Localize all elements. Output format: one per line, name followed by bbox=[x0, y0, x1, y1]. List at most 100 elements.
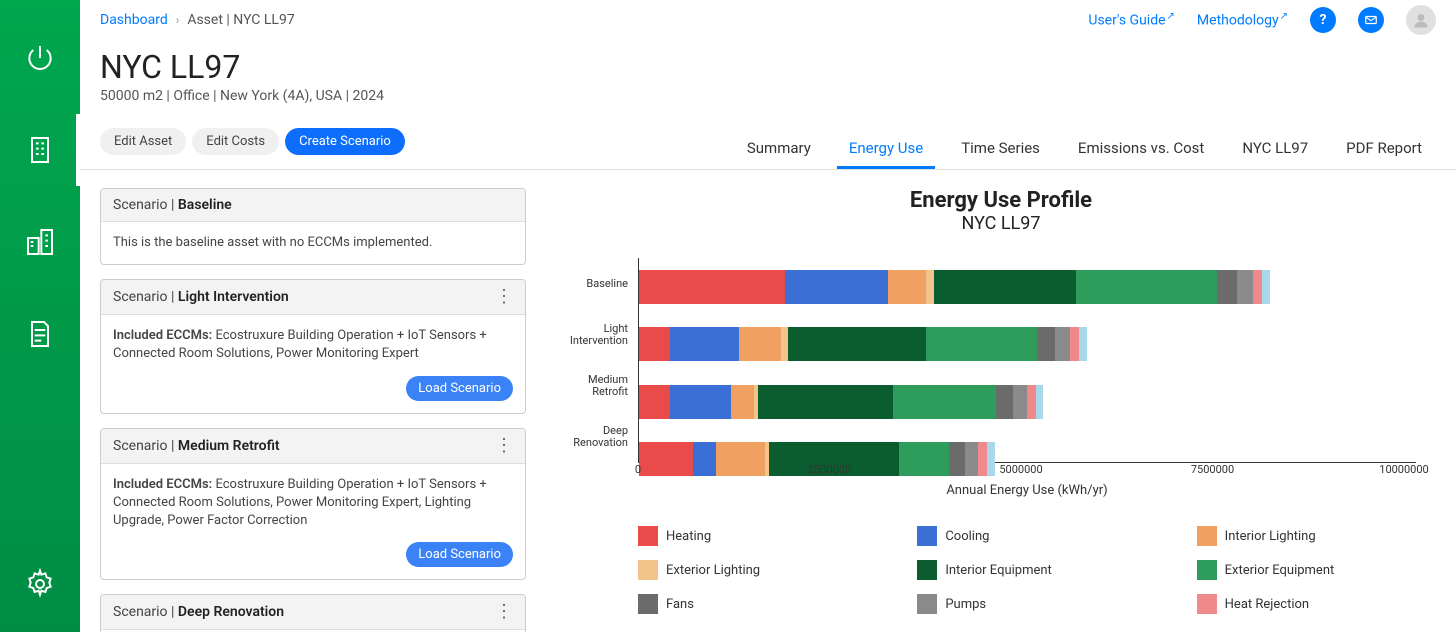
tabs: Summary Energy Use Time Series Emissions… bbox=[733, 114, 1436, 169]
topbar-right: User's Guide↗ Methodology↗ ? bbox=[1088, 5, 1436, 35]
legend-label: Cooling bbox=[945, 529, 989, 544]
tab-time-series[interactable]: Time Series bbox=[947, 139, 1054, 169]
x-axis-tick: 0 bbox=[635, 463, 641, 476]
scenario-body: This is the baseline asset with no ECCMs… bbox=[101, 222, 525, 264]
chart-bar-segment bbox=[996, 385, 1013, 419]
mail-icon[interactable] bbox=[1358, 7, 1384, 33]
users-guide-link[interactable]: User's Guide↗ bbox=[1088, 11, 1175, 29]
legend-swatch bbox=[1197, 560, 1217, 580]
topbar: Dashboard › Asset | NYC LL97 User's Guid… bbox=[80, 0, 1456, 32]
chart-bar-segment bbox=[1070, 327, 1079, 361]
y-axis-label: Baseline bbox=[566, 258, 632, 309]
chart-x-axis: 025000005000000750000010000000 bbox=[638, 463, 1416, 477]
toolbar: Edit Asset Edit Costs Create Scenario Su… bbox=[80, 114, 1456, 170]
legend-item: Interior Lighting bbox=[1197, 526, 1436, 546]
kebab-icon[interactable]: ⋮ bbox=[495, 437, 513, 455]
create-scenario-button[interactable]: Create Scenario bbox=[285, 128, 405, 155]
scenario-footer: Load Scenario bbox=[101, 542, 525, 579]
scenario-title: Scenario | Deep Renovation bbox=[113, 604, 284, 620]
kebab-icon[interactable]: ⋮ bbox=[495, 603, 513, 621]
y-axis-label: LightIntervention bbox=[566, 309, 632, 360]
chart-bar-segment bbox=[731, 385, 754, 419]
chart-bar-segment bbox=[1253, 270, 1263, 304]
tab-energy-use[interactable]: Energy Use bbox=[835, 139, 937, 169]
tab-summary[interactable]: Summary bbox=[733, 139, 825, 169]
x-axis-tick: 10000000 bbox=[1379, 463, 1428, 476]
scenario-header: Scenario | Baseline bbox=[101, 189, 525, 222]
chart-bar-segment bbox=[670, 327, 739, 361]
page-subtitle: 50000 m2 | Office | New York (4A), USA |… bbox=[100, 88, 1436, 104]
chart-bar-segment bbox=[1037, 327, 1055, 361]
chevron-right-icon: › bbox=[176, 13, 180, 27]
edit-costs-button[interactable]: Edit Costs bbox=[192, 128, 279, 155]
building-icon[interactable] bbox=[22, 132, 58, 168]
legend-swatch bbox=[1197, 594, 1217, 614]
chart-title: Energy Use Profile bbox=[566, 188, 1436, 213]
legend-swatch bbox=[638, 560, 658, 580]
buildings-icon[interactable] bbox=[22, 224, 58, 260]
x-axis-tick: 7500000 bbox=[1191, 463, 1234, 476]
power-icon[interactable] bbox=[22, 40, 58, 76]
chart-bar-segment bbox=[1076, 270, 1218, 304]
chart-x-label: Annual Energy Use (kWh/yr) bbox=[638, 483, 1416, 498]
breadcrumb-current: Asset | NYC LL97 bbox=[187, 12, 294, 28]
edit-asset-button[interactable]: Edit Asset bbox=[100, 128, 186, 155]
breadcrumb-dashboard[interactable]: Dashboard bbox=[100, 12, 168, 28]
chart-bar-segment bbox=[781, 327, 789, 361]
page-title: NYC LL97 bbox=[100, 48, 1436, 86]
legend-swatch bbox=[1197, 526, 1217, 546]
load-scenario-button[interactable]: Load Scenario bbox=[406, 376, 513, 401]
chart-y-axis: BaselineLightInterventionMediumRetrofitD… bbox=[566, 258, 632, 463]
gear-icon[interactable] bbox=[22, 566, 58, 602]
legend-item: Exterior Lighting bbox=[638, 560, 877, 580]
chart-bar-segment bbox=[1055, 327, 1070, 361]
chart-bars bbox=[638, 258, 1416, 463]
scenario-header: Scenario | Deep Renovation ⋮ bbox=[101, 595, 525, 630]
chart-bar-segment bbox=[670, 385, 731, 419]
x-axis-tick: 5000000 bbox=[999, 463, 1042, 476]
tab-emissions-cost[interactable]: Emissions vs. Cost bbox=[1064, 139, 1218, 169]
legend-item: Interior Equipment bbox=[917, 560, 1156, 580]
chart-bar-segment bbox=[639, 385, 670, 419]
chart-bar-segment bbox=[1237, 270, 1252, 304]
scenario-title: Scenario | Medium Retrofit bbox=[113, 438, 280, 454]
tab-nyc-ll97[interactable]: NYC LL97 bbox=[1228, 139, 1322, 169]
chart-bar-segment bbox=[934, 270, 1076, 304]
chart-bar-segment bbox=[1036, 385, 1044, 419]
chart-subtitle: NYC LL97 bbox=[566, 213, 1436, 234]
scenario-card: Scenario | Baseline This is the baseline … bbox=[100, 188, 526, 265]
main: Dashboard › Asset | NYC LL97 User's Guid… bbox=[80, 0, 1456, 632]
legend-item: Cooling bbox=[917, 526, 1156, 546]
chart-bar-segment bbox=[1079, 327, 1087, 361]
scenario-title: Scenario | Baseline bbox=[113, 197, 232, 213]
legend-swatch bbox=[638, 526, 658, 546]
legend-item: Pumps bbox=[917, 594, 1156, 614]
scenario-footer: Load Scenario bbox=[101, 376, 525, 413]
avatar[interactable] bbox=[1406, 5, 1436, 35]
scenario-card: Scenario | Medium Retrofit ⋮ Included ECCM… bbox=[100, 428, 526, 581]
legend-label: Pumps bbox=[945, 597, 986, 612]
legend-label: Heat Rejection bbox=[1225, 597, 1309, 612]
page-header: NYC LL97 50000 m2 | Office | New York (4… bbox=[80, 32, 1456, 114]
help-icon[interactable]: ? bbox=[1310, 7, 1336, 33]
scenario-body: Included ECCMs: Ecostruxure Building Ope… bbox=[101, 464, 525, 543]
legend-swatch bbox=[917, 526, 937, 546]
chart-bar-segment bbox=[1027, 385, 1036, 419]
chart-bar-row bbox=[639, 385, 1043, 419]
external-link-icon: ↗ bbox=[1167, 11, 1175, 22]
methodology-link[interactable]: Methodology↗ bbox=[1197, 11, 1288, 29]
legend-swatch bbox=[638, 594, 658, 614]
legend-swatch bbox=[917, 594, 937, 614]
kebab-icon[interactable]: ⋮ bbox=[495, 288, 513, 306]
load-scenario-button[interactable]: Load Scenario bbox=[406, 542, 513, 567]
chart-legend: HeatingCoolingInterior LightingExterior … bbox=[638, 526, 1436, 614]
tab-pdf-report[interactable]: PDF Report bbox=[1332, 139, 1436, 169]
document-icon[interactable] bbox=[22, 316, 58, 352]
legend-item: Fans bbox=[638, 594, 877, 614]
scenario-header: Scenario | Medium Retrofit ⋮ bbox=[101, 429, 525, 464]
scenario-title: Scenario | Light Intervention bbox=[113, 289, 289, 305]
legend-item: Exterior Equipment bbox=[1197, 560, 1436, 580]
chart-bar-segment bbox=[926, 270, 934, 304]
chart-bar-segment bbox=[1013, 385, 1027, 419]
chart-bar-segment bbox=[788, 327, 926, 361]
